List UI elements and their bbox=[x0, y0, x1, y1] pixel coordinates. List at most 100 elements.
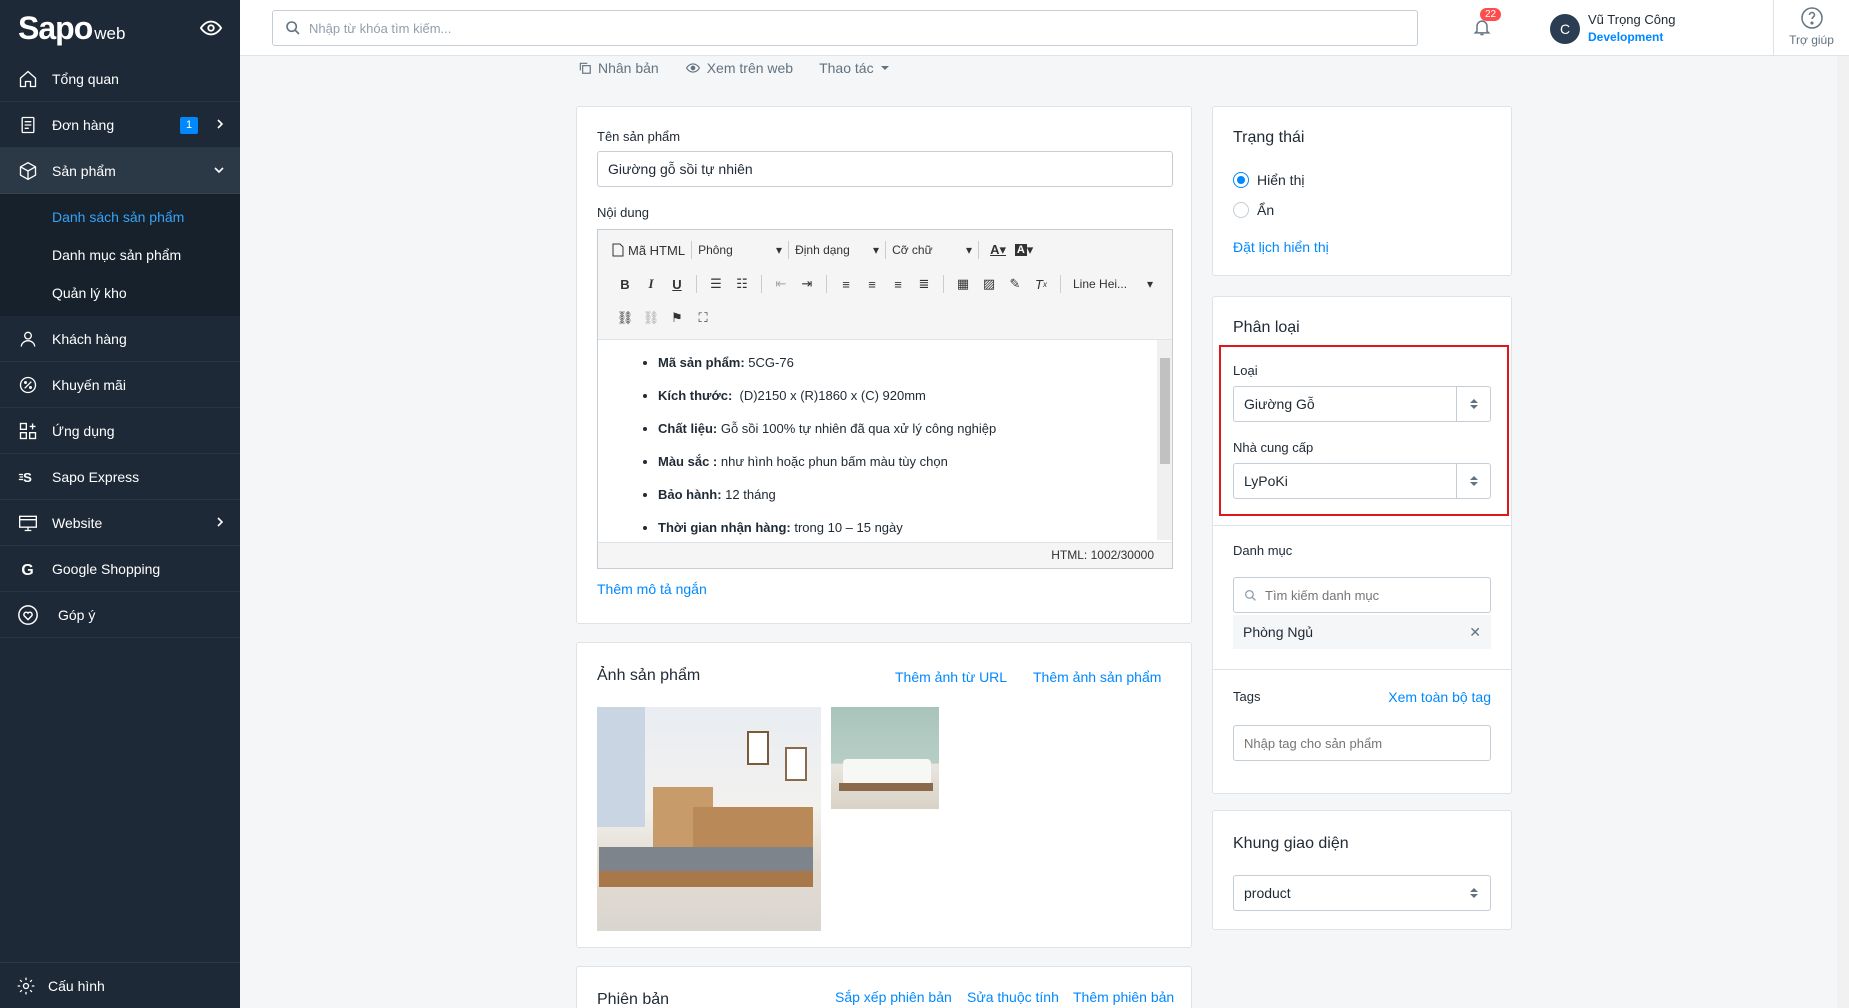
html-source-button[interactable]: Mã HTML bbox=[612, 238, 685, 262]
tags-label: Tags bbox=[1233, 689, 1261, 704]
help-button[interactable]: Trợ giúp bbox=[1773, 0, 1849, 56]
product-name-input[interactable]: Giường gỗ sồi tự nhiên bbox=[597, 151, 1173, 187]
editor-scrollbar[interactable] bbox=[1157, 340, 1172, 540]
search-box[interactable] bbox=[272, 10, 1418, 46]
caret-down-icon bbox=[880, 66, 889, 70]
outdent-icon[interactable]: ⇤ bbox=[768, 272, 794, 296]
toolbar-divider bbox=[943, 275, 944, 293]
brush-icon[interactable]: ✎ bbox=[1002, 272, 1028, 296]
more-actions-dropdown[interactable]: Thao tác bbox=[819, 60, 889, 76]
link-icon[interactable]: ⛓ bbox=[612, 306, 638, 330]
view-all-tags-link[interactable]: Xem toàn bộ tag bbox=[1388, 689, 1491, 705]
picture-frame bbox=[747, 731, 769, 765]
unordered-list-icon[interactable]: ☷ bbox=[729, 272, 755, 296]
search-input[interactable] bbox=[309, 20, 1309, 36]
text-color-button[interactable]: A▾ bbox=[985, 238, 1011, 262]
sort-variants-link[interactable]: Sắp xếp phiên bản bbox=[835, 989, 952, 1005]
list-item: Chất liệu: Gỗ sồi 100% tự nhiên đã qua x… bbox=[658, 420, 1142, 437]
sidebar-item-label: Google Shopping bbox=[52, 560, 161, 577]
avatar[interactable]: C bbox=[1550, 14, 1580, 44]
window-shape bbox=[597, 707, 645, 827]
status-hidden-radio[interactable]: Ẩn bbox=[1233, 199, 1274, 221]
font-size-dropdown[interactable]: Cỡ chữ ▾ bbox=[892, 243, 972, 257]
sidebar-item-label: Tổng quan bbox=[52, 70, 119, 87]
eye-icon[interactable] bbox=[199, 17, 223, 42]
flag-icon[interactable]: ⚑ bbox=[664, 306, 690, 330]
sidebar-item-overview[interactable]: Tổng quan bbox=[0, 56, 240, 102]
caret-down-icon: ▾ bbox=[873, 243, 880, 257]
duplicate-button[interactable]: Nhân bản bbox=[578, 60, 659, 76]
sidebar-item-orders[interactable]: Đơn hàng 1 bbox=[0, 102, 240, 148]
action-bar: Nhân bản Xem trên web Thao tác bbox=[578, 60, 890, 76]
sidebar-item-customers[interactable]: Khách hàng bbox=[0, 316, 240, 362]
tags-input[interactable] bbox=[1244, 735, 1474, 751]
radio-selected-icon bbox=[1233, 172, 1249, 188]
sidebar-item-website[interactable]: Website bbox=[0, 500, 240, 546]
sidebar-item-apps[interactable]: Ứng dụng bbox=[0, 408, 240, 454]
scroll-thumb[interactable] bbox=[1160, 358, 1170, 464]
font-size-label: Cỡ chữ bbox=[892, 243, 933, 257]
unlink-icon[interactable]: ⛓ bbox=[638, 306, 664, 330]
clear-format-icon[interactable]: Tx bbox=[1028, 272, 1054, 296]
product-image-main[interactable] bbox=[597, 707, 821, 931]
align-left-icon[interactable]: ≡ bbox=[833, 272, 859, 296]
underline-button[interactable]: U bbox=[664, 272, 690, 296]
edit-attributes-link[interactable]: Sửa thuộc tính bbox=[967, 989, 1059, 1005]
google-icon: G bbox=[16, 557, 40, 581]
align-right-icon[interactable]: ≡ bbox=[885, 272, 911, 296]
rich-text-editor[interactable]: Mã HTML Phông ▾ Định dạng ▾ Cỡ chữ ▾ A▾ A ▾ … bbox=[597, 229, 1173, 569]
table-icon[interactable]: ▦ bbox=[950, 272, 976, 296]
align-justify-icon[interactable]: ≣ bbox=[911, 272, 937, 296]
subnav-inventory[interactable]: Quản lý kho bbox=[0, 274, 240, 312]
bullet-key: Chất liệu: bbox=[658, 421, 718, 436]
sidebar-item-label: Khách hàng bbox=[52, 330, 127, 347]
add-variant-link[interactable]: Thêm phiên bản bbox=[1073, 989, 1174, 1005]
add-short-description-link[interactable]: Thêm mô tả ngắn bbox=[597, 581, 707, 597]
sidebar-item-google-shopping[interactable]: G Google Shopping bbox=[0, 546, 240, 592]
template-select[interactable]: product bbox=[1233, 875, 1491, 911]
list-item: Màu sắc : như hình hoặc phun bấm màu tùy… bbox=[658, 453, 1142, 470]
sidebar-item-feedback[interactable]: Góp ý bbox=[0, 592, 240, 638]
sidebar-item-settings[interactable]: Cấu hình bbox=[0, 962, 240, 1008]
image-icon[interactable]: ▨ bbox=[976, 272, 1002, 296]
logo[interactable]: Sapo web bbox=[0, 0, 240, 56]
subnav-product-list[interactable]: Danh sách sản phẩm bbox=[0, 198, 240, 236]
bed-shape bbox=[843, 759, 931, 785]
chevron-right-icon bbox=[214, 117, 226, 134]
add-image-link[interactable]: Thêm ảnh sản phẩm bbox=[1033, 669, 1161, 685]
align-center-icon[interactable]: ≡ bbox=[859, 272, 885, 296]
bullet-value: Gỗ sồi 100% tự nhiên đã qua xử lý công n… bbox=[717, 421, 997, 436]
toolbar-divider bbox=[761, 275, 762, 293]
editor-content[interactable]: Mã sản phẩm: 5CG-76 Kích thước: (D)2150 … bbox=[598, 340, 1172, 540]
user-icon bbox=[16, 327, 40, 351]
background-color-icon: A bbox=[1014, 244, 1027, 256]
classification-title: Phân loại bbox=[1233, 319, 1300, 336]
indent-icon[interactable]: ⇥ bbox=[794, 272, 820, 296]
format-dropdown[interactable]: Định dạng ▾ bbox=[795, 243, 879, 257]
schedule-visibility-link[interactable]: Đặt lịch hiển thị bbox=[1233, 239, 1329, 255]
italic-button[interactable]: I bbox=[638, 272, 664, 296]
line-height-dropdown[interactable]: Line Hei... ▾ bbox=[1073, 277, 1153, 291]
sidebar-item-express[interactable]: S Sapo Express bbox=[0, 454, 240, 500]
font-dropdown[interactable]: Phông ▾ bbox=[698, 243, 782, 257]
subnav-product-categories[interactable]: Danh mục sản phẩm bbox=[0, 236, 240, 274]
category-search-input[interactable] bbox=[1265, 587, 1475, 603]
add-image-url-link[interactable]: Thêm ảnh từ URL bbox=[895, 669, 1007, 685]
page-scrollbar[interactable] bbox=[1837, 56, 1849, 1008]
template-card: Khung giao diện product bbox=[1212, 810, 1512, 930]
close-icon[interactable]: ✕ bbox=[1469, 624, 1481, 641]
category-search[interactable] bbox=[1233, 577, 1491, 613]
status-visible-label: Hiển thị bbox=[1257, 172, 1305, 188]
status-visible-radio[interactable]: Hiển thị bbox=[1233, 169, 1304, 191]
bold-button[interactable]: B bbox=[612, 272, 638, 296]
tags-input-box[interactable] bbox=[1233, 725, 1491, 761]
ordered-list-icon[interactable]: ☰ bbox=[703, 272, 729, 296]
user-name[interactable]: Vũ Trọng Công bbox=[1588, 12, 1675, 27]
view-on-web-button[interactable]: Xem trên web bbox=[685, 60, 793, 76]
background-color-button[interactable]: A ▾ bbox=[1011, 238, 1037, 262]
toolbar-divider bbox=[978, 241, 980, 259]
sidebar-item-products[interactable]: Sản phẩm bbox=[0, 148, 240, 194]
product-image-thumb[interactable] bbox=[831, 707, 939, 809]
sidebar-item-promotions[interactable]: Khuyến mãi bbox=[0, 362, 240, 408]
fullscreen-icon[interactable]: ⛶ bbox=[690, 306, 716, 330]
